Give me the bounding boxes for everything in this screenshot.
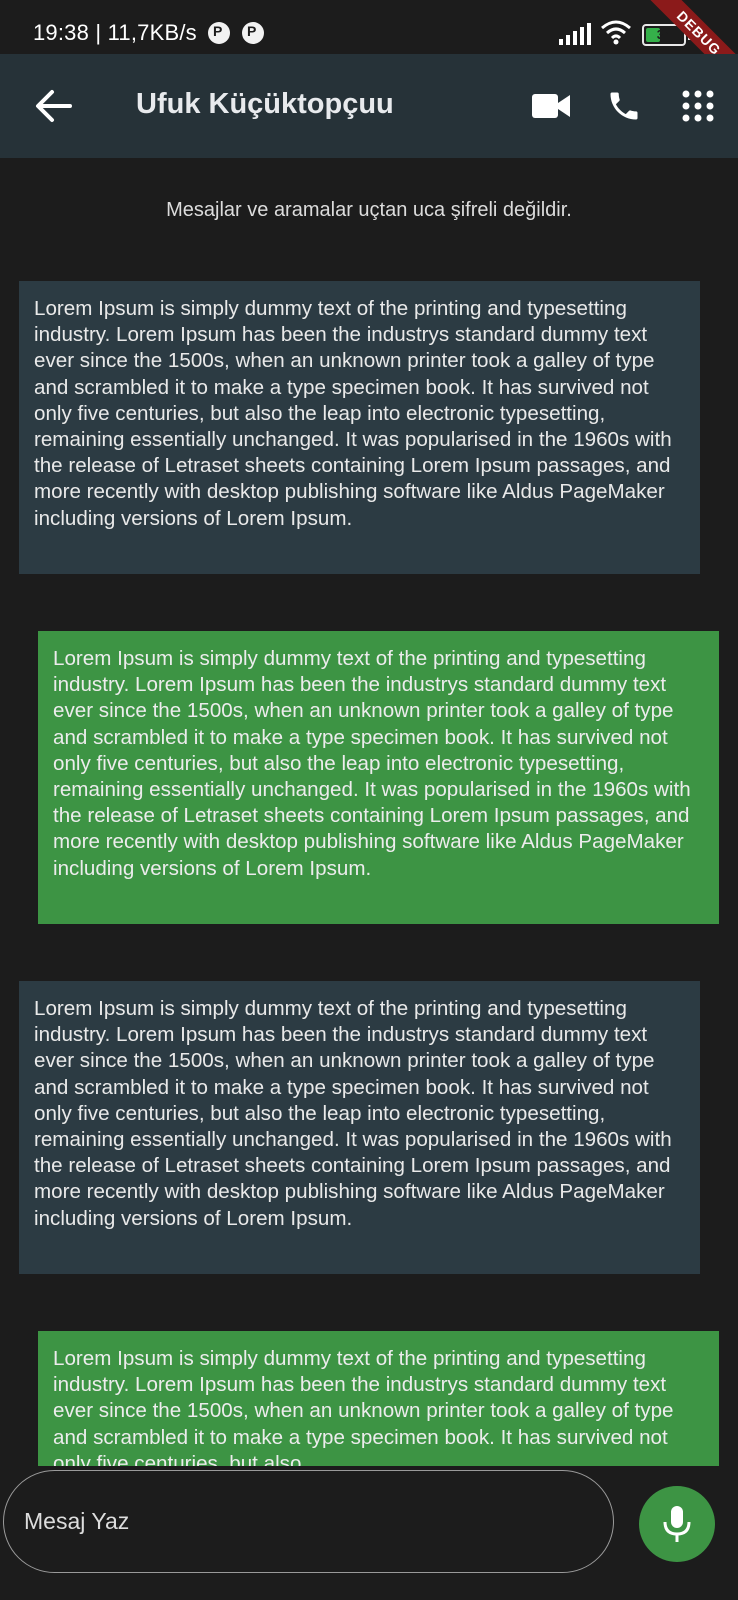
- wifi-icon: [601, 20, 631, 45]
- message-text: Lorem Ipsum is simply dummy text of the …: [53, 1347, 674, 1468]
- microphone-button[interactable]: [639, 1486, 715, 1562]
- back-arrow-icon[interactable]: [34, 88, 72, 124]
- phone-icon[interactable]: [606, 88, 642, 124]
- signal-icon: [559, 23, 591, 45]
- message-bubble-outgoing[interactable]: Lorem Ipsum is simply dummy text of the …: [38, 631, 719, 924]
- battery-level: 34: [656, 27, 672, 42]
- message-input-container[interactable]: [3, 1470, 614, 1573]
- message-input[interactable]: [24, 1491, 584, 1551]
- message-text: Lorem Ipsum is simply dummy text of the …: [34, 997, 672, 1230]
- status-time: 19:38 | 11,7KB/s: [33, 20, 197, 45]
- message-bubble-outgoing[interactable]: Lorem Ipsum is simply dummy text of the …: [38, 1331, 719, 1468]
- message-bubble-incoming[interactable]: Lorem Ipsum is simply dummy text of the …: [19, 981, 700, 1274]
- app-bar: Ufuk Küçüktopçuu: [0, 54, 738, 158]
- data-saver-icon: P: [208, 22, 230, 44]
- status-bar: 19:38 | 11,7KB/s P P 34 DEBUG: [0, 0, 738, 94]
- data-saver-icon: P: [242, 22, 264, 44]
- encryption-notice: Mesajlar ve aramalar uçtan uca şifreli d…: [166, 199, 572, 221]
- contact-name[interactable]: Ufuk Küçüktopçuu: [136, 88, 394, 121]
- message-text: Lorem Ipsum is simply dummy text of the …: [34, 297, 672, 530]
- message-text: Lorem Ipsum is simply dummy text of the …: [53, 647, 691, 880]
- dialpad-icon[interactable]: [680, 88, 716, 124]
- message-bubble-incoming[interactable]: Lorem Ipsum is simply dummy text of the …: [19, 281, 700, 574]
- video-camera-icon[interactable]: [532, 92, 570, 120]
- microphone-icon: [663, 1506, 691, 1542]
